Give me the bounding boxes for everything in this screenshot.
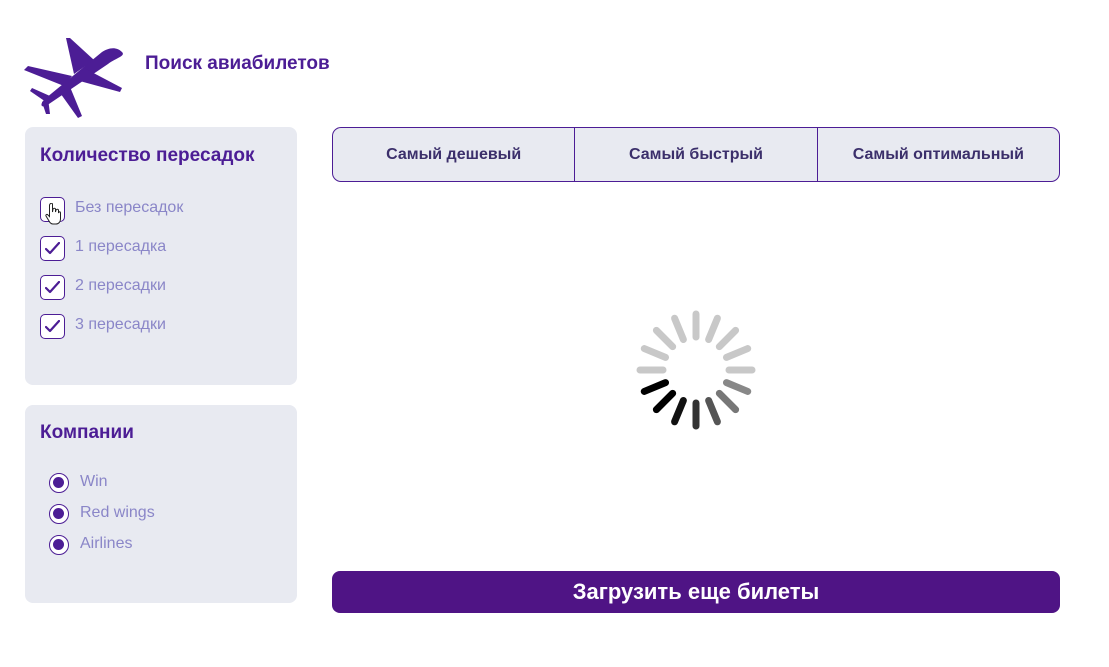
spinner-segment [705, 314, 721, 344]
company-option-win[interactable]: Win [49, 472, 279, 494]
transfers-filter-title: Количество пересадок [40, 145, 255, 166]
checkbox-label: 2 пересадки [75, 277, 166, 294]
radio-button[interactable] [49, 535, 69, 555]
spinner-segment [652, 389, 677, 414]
spinner-segment [671, 396, 687, 426]
company-option-red-wings[interactable]: Red wings [49, 503, 279, 525]
checkmark-icon [45, 320, 60, 333]
checkbox-label: Без пересадок [75, 199, 184, 216]
spinner-segment [705, 396, 721, 426]
checkbox-label: 1 пересадка [75, 238, 167, 255]
spinner-segment [715, 326, 740, 351]
spinner-segment [652, 326, 677, 351]
checkbox-box[interactable] [40, 275, 65, 300]
transfers-filter-panel: Количество пересадок Без пересадок 1 пер… [25, 127, 297, 385]
tab-optimal[interactable]: Самый оптимальный [816, 128, 1059, 181]
radio-label: Win [80, 473, 108, 490]
checkbox-label: 3 пересадки [75, 316, 166, 333]
checkmark-icon [45, 281, 60, 294]
checkmark-icon [45, 242, 60, 255]
airplane-icon [24, 38, 123, 118]
load-more-button[interactable]: Загрузить еще билеты [332, 571, 1060, 613]
checkbox-box[interactable] [40, 197, 65, 225]
spinner-segment [722, 345, 752, 361]
spinner-segment [640, 345, 670, 361]
hand-pointer-cursor-icon [45, 203, 61, 225]
checkbox-box[interactable] [40, 236, 65, 261]
company-option-airlines[interactable]: Airlines [49, 534, 279, 556]
companies-filter-title: Компании [40, 422, 134, 443]
app-title: Поиск авиабилетов [145, 53, 330, 74]
spinner-segment [671, 314, 687, 344]
tab-cheapest[interactable]: Самый дешевый [333, 128, 574, 181]
loading-spinner-icon [636, 310, 756, 430]
checkbox-2-transfers[interactable]: 2 пересадки [40, 275, 280, 301]
sort-tabs: Самый дешевый Самый быстрый Самый оптима… [332, 127, 1060, 182]
checkbox-box[interactable] [40, 314, 65, 339]
radio-button[interactable] [49, 504, 69, 524]
radio-button[interactable] [49, 473, 69, 493]
companies-filter-panel: Компании Win Red wings Airlines [25, 405, 297, 603]
tab-fastest[interactable]: Самый быстрый [574, 128, 816, 181]
spinner-segment [715, 389, 740, 414]
radio-label: Red wings [80, 504, 155, 521]
radio-label: Airlines [80, 535, 133, 552]
checkbox-1-transfer[interactable]: 1 пересадка [40, 236, 280, 262]
checkbox-no-transfers[interactable]: Без пересадок [40, 197, 280, 225]
spinner-segment [722, 379, 752, 395]
spinner-segment [640, 379, 670, 395]
checkbox-3-transfers[interactable]: 3 пересадки [40, 314, 280, 340]
